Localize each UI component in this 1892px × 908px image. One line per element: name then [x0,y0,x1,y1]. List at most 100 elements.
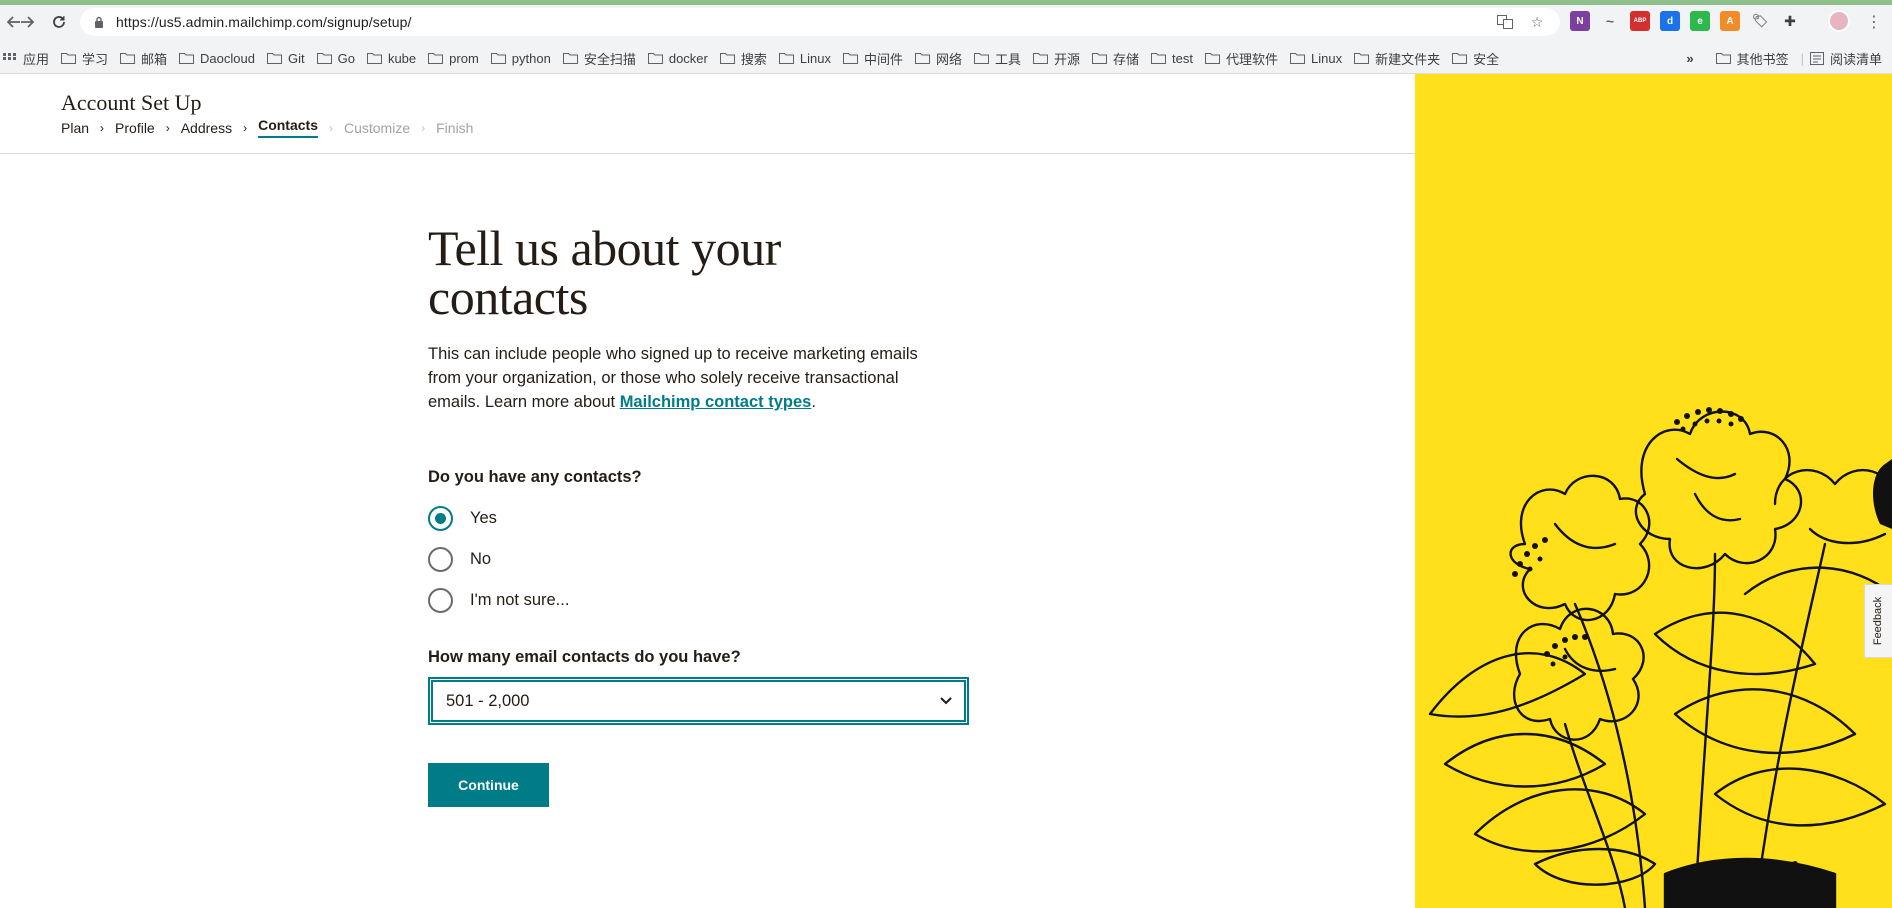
bookmark-item[interactable]: 存储 [1092,49,1139,68]
extension-icon[interactable]: e [1690,11,1710,31]
forward-icon[interactable] [17,12,37,32]
bookmark-item[interactable]: Linux [778,51,831,66]
radio-not-sure[interactable] [428,588,453,613]
extension-icon[interactable]: d [1660,11,1680,31]
extension-icon[interactable]: ~ [1600,11,1620,31]
bookmark-item[interactable]: 搜索 [719,49,767,68]
bookmarks-bar: 应用 学习 邮箱 Daocloud Git Go kube prom python 安全扫描 doc… [0,44,1892,72]
extension-icon[interactable]: N [1570,11,1590,31]
bookmark-item[interactable]: Daocloud [179,51,255,66]
bookmark-item[interactable]: 中间件 [842,49,903,68]
bookmark-label: 应用 [23,51,50,67]
feedback-label: Feedback [1872,596,1885,646]
description: This can include people who signed up to… [428,342,948,414]
folder-icon [974,53,989,64]
folder-icon [179,53,195,64]
bookmark-item[interactable]: 邮箱 [120,49,167,68]
extension-icon[interactable]: A [1720,11,1740,31]
bookmark-item[interactable]: 代理软件 [1205,49,1278,68]
breadcrumb: Plan › Profile › Address › Contacts › Customize ›… [61,117,473,138]
folder-icon [1354,53,1370,64]
bookmark-label: 新建文件夹 [1375,51,1441,67]
bookmark-item[interactable]: Go [316,51,355,66]
bookmark-item[interactable]: prom [428,51,479,66]
folder-icon [266,53,282,64]
bookmark-label: python [511,50,551,66]
reading-list-icon [1809,51,1824,65]
bookmark-item[interactable]: kube [366,50,417,66]
bookmark-item[interactable]: 网络 [914,49,962,68]
breadcrumb-step-address[interactable]: Address [181,120,232,136]
browser-chrome: https://us5.admin.mailchimp.com/signup/s… [0,0,1892,74]
reload-icon[interactable] [49,12,69,32]
breadcrumb-step-profile[interactable]: Profile [115,120,155,136]
bookmark-item[interactable]: 应用 [2,49,49,68]
star-icon[interactable]: ☆ [1528,13,1546,31]
contacts-count-select[interactable]: 501 - 2,000 [428,677,969,725]
breadcrumb-step-plan[interactable]: Plan [61,120,89,136]
bookmark-label: test [1172,50,1194,66]
chevron-right-icon: › [100,120,105,135]
folder-icon [1151,53,1167,64]
bookmark-label: kube [387,50,417,66]
description-end: . [811,393,816,411]
chevron-right-icon: › [165,120,170,135]
bookmark-item[interactable]: 工具 [974,49,1021,68]
bookmark-item[interactable]: 开源 [1033,49,1080,68]
other-bookmarks[interactable]: 其他书签 [1715,49,1789,68]
extension-icon[interactable]: 🏷 [1750,11,1770,31]
intro-section: Tell us about your contacts This can inc… [428,223,968,414]
bookmark-item[interactable]: 安全 [1452,49,1499,68]
radio-yes-label: Yes [470,509,497,527]
bookmarks-right: » 其他书签 | 阅读清单 [1686,44,1882,72]
folder-icon [778,53,794,64]
bookmark-item[interactable]: test [1151,51,1193,66]
bookmark-item[interactable]: 学习 [61,49,108,68]
folder-icon [316,53,332,64]
reading-list-label: 阅读清单 [1829,51,1882,67]
radio-no[interactable] [428,547,453,572]
address-bar[interactable]: https://us5.admin.mailchimp.com/signup/s… [80,8,1560,36]
folder-icon [1452,53,1468,64]
bookmarks-overflow-icon[interactable]: » [1686,51,1693,66]
folder-icon [1205,53,1221,64]
radio-option-no[interactable]: No [428,547,491,572]
radio-yes[interactable] [428,506,453,531]
reading-list[interactable]: 阅读清单 [1809,49,1882,68]
bookmark-label: docker [668,50,708,66]
bookmark-item[interactable]: Linux [1290,51,1342,66]
translate-icon[interactable] [1496,13,1514,31]
bookmark-item[interactable]: python [490,50,551,66]
breadcrumb-step-contacts[interactable]: Contacts [258,117,318,138]
folder-icon [61,53,77,64]
bookmark-item[interactable]: 安全扫描 [562,49,636,68]
radio-option-not-sure[interactable]: I'm not sure... [428,588,569,613]
continue-button[interactable]: Continue [428,763,549,807]
bookmark-item[interactable]: 新建文件夹 [1354,49,1440,68]
signup-panel: Account Set Up Plan › Profile › Address › Cont… [0,74,1415,908]
folder-icon [366,53,382,64]
radio-option-yes[interactable]: Yes [428,506,497,531]
contact-types-link[interactable]: Mailchimp contact types [620,393,812,411]
heading-line-1: Tell us about your [428,220,781,276]
other-bookmarks-label: 其他书签 [1736,51,1789,67]
setup-header: Account Set Up Plan › Profile › Address › Cont… [0,74,1415,154]
extension-icon[interactable]: ABP [1630,11,1650,31]
bookmark-item[interactable]: docker [647,50,708,66]
bookmark-item[interactable]: Git [266,51,305,66]
extension-icon[interactable]: ✚ [1780,11,1800,31]
bookmark-label: 存储 [1113,51,1140,67]
chevron-right-icon: › [421,120,426,135]
feedback-tab[interactable]: Feedback [1864,584,1892,658]
contacts-question: Do you have any contacts? [428,468,642,486]
radio-not-sure-label: I'm not sure... [470,591,570,609]
bookmark-label: prom [449,50,479,66]
profile-avatar[interactable] [1828,10,1850,32]
bookmark-label: 学习 [82,51,109,67]
bookmark-label: Daocloud [200,50,255,66]
menu-icon[interactable]: ⋮ [1866,12,1882,32]
chevron-down-icon [939,694,953,708]
folder-icon [914,53,930,64]
folder-icon [120,53,136,64]
folder-icon [719,53,735,64]
